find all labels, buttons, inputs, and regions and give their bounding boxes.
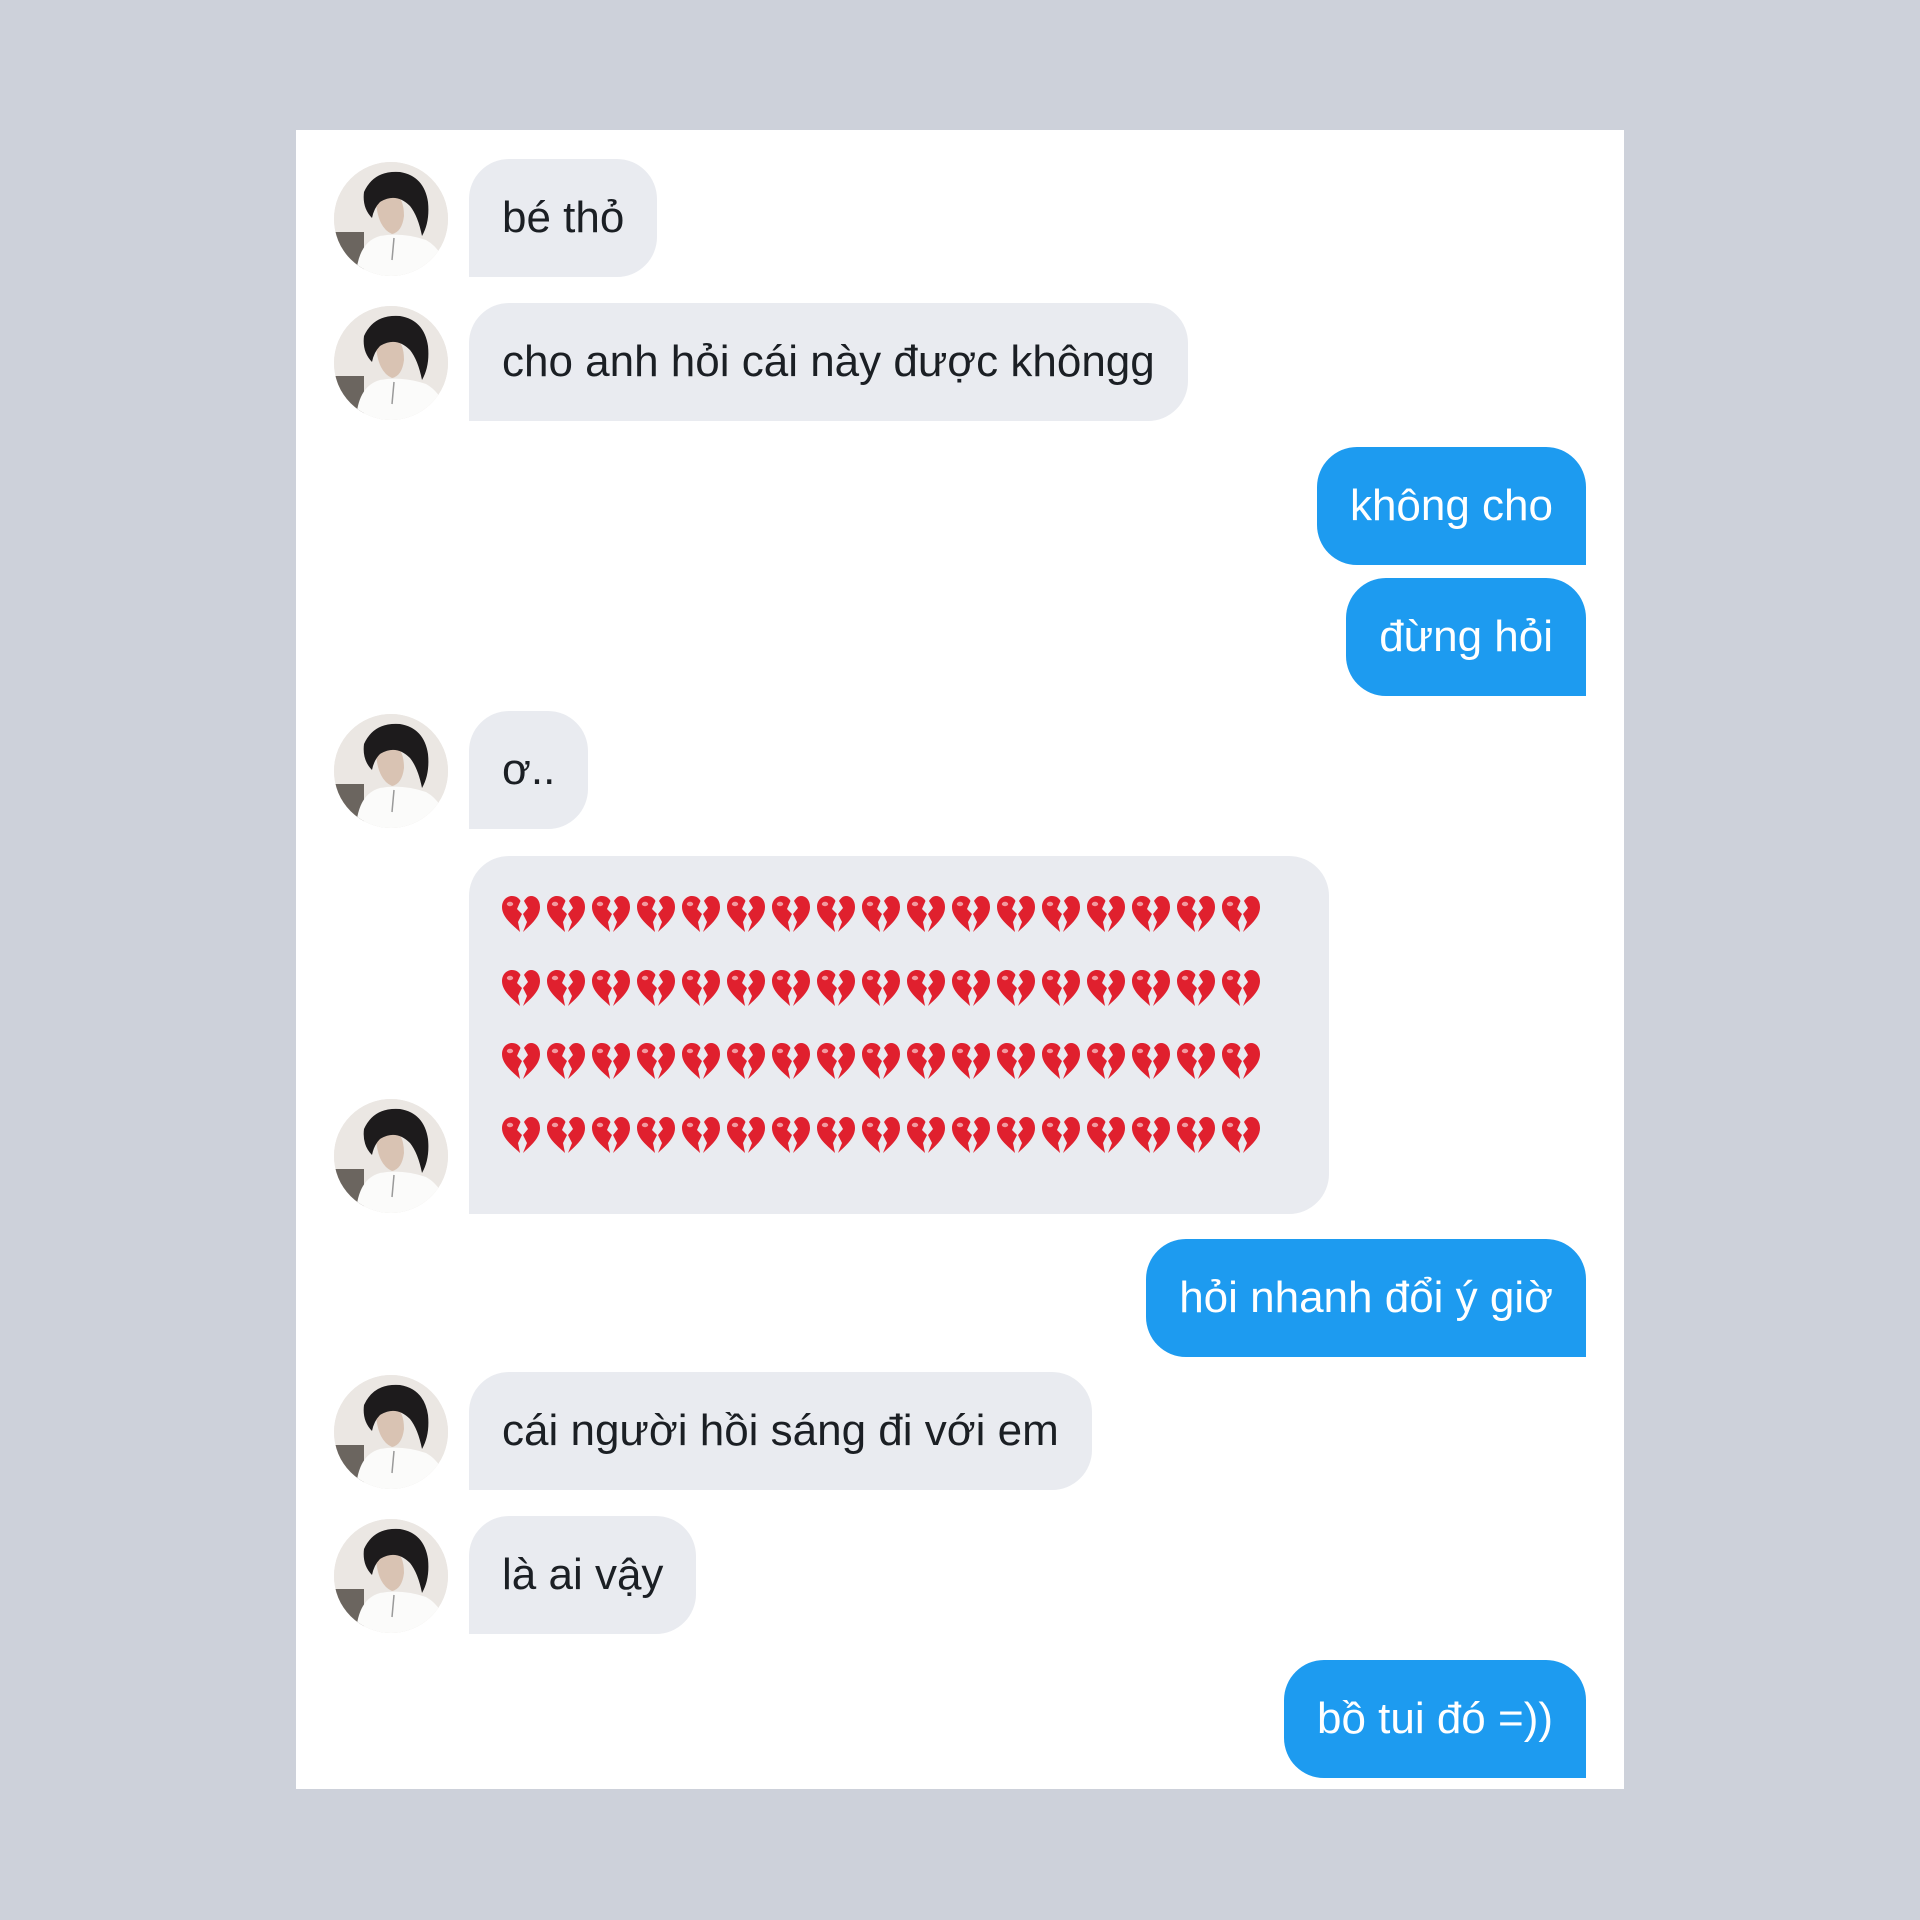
broken-heart-icon bbox=[770, 968, 815, 1008]
broken-heart-icon bbox=[725, 894, 770, 934]
broken-heart-icon bbox=[860, 1115, 905, 1155]
broken-heart-icon bbox=[860, 968, 905, 1008]
broken-heart-icon bbox=[1175, 894, 1220, 934]
broken-heart-icon bbox=[815, 1115, 860, 1155]
chat-thread: bé thỏ cho anh hỏi cái này được khôngg k… bbox=[296, 130, 1624, 1789]
broken-heart-icon bbox=[1085, 968, 1130, 1008]
broken-heart-icon bbox=[905, 968, 950, 1008]
broken-heart-icon bbox=[590, 1115, 635, 1155]
incoming-message-bubble[interactable]: bé thỏ bbox=[469, 159, 658, 277]
emoji-row bbox=[500, 894, 1329, 968]
incoming-message-bubble[interactable]: cái người hồi sáng đi với em bbox=[469, 1372, 1092, 1490]
broken-heart-icon bbox=[1130, 968, 1175, 1008]
emoji-row bbox=[500, 1041, 1329, 1115]
incoming-emoji-message-bubble[interactable] bbox=[469, 856, 1329, 1214]
avatar[interactable] bbox=[334, 714, 448, 828]
broken-heart-icon bbox=[770, 1115, 815, 1155]
broken-heart-icon bbox=[1175, 968, 1220, 1008]
broken-heart-icon bbox=[680, 1115, 725, 1155]
emoji-row bbox=[500, 1115, 1329, 1189]
broken-heart-icon bbox=[950, 968, 995, 1008]
avatar[interactable] bbox=[334, 1375, 448, 1489]
broken-heart-icon bbox=[950, 894, 995, 934]
broken-heart-icon bbox=[500, 968, 545, 1008]
broken-heart-icon bbox=[1040, 1115, 1085, 1155]
broken-heart-icon bbox=[590, 1041, 635, 1081]
broken-heart-icon bbox=[905, 894, 950, 934]
broken-heart-icon bbox=[1220, 1041, 1265, 1081]
broken-heart-icon bbox=[680, 1041, 725, 1081]
outgoing-message-bubble[interactable]: hỏi nhanh đổi ý giờ bbox=[1146, 1239, 1586, 1357]
avatar[interactable] bbox=[334, 306, 448, 420]
broken-heart-icon bbox=[1175, 1041, 1220, 1081]
broken-heart-icon bbox=[905, 1115, 950, 1155]
broken-heart-icon bbox=[680, 894, 725, 934]
incoming-message-bubble[interactable]: là ai vậy bbox=[469, 1516, 697, 1634]
broken-heart-icon bbox=[1220, 968, 1265, 1008]
broken-heart-icon bbox=[1040, 1041, 1085, 1081]
broken-heart-icon bbox=[995, 1115, 1040, 1155]
broken-heart-icon bbox=[770, 1041, 815, 1081]
broken-heart-icon bbox=[500, 894, 545, 934]
broken-heart-icon bbox=[635, 968, 680, 1008]
broken-heart-icon bbox=[635, 1115, 680, 1155]
broken-heart-icon bbox=[1085, 1041, 1130, 1081]
broken-heart-icon bbox=[545, 1115, 590, 1155]
broken-heart-icon bbox=[815, 894, 860, 934]
outgoing-message-bubble[interactable]: không cho bbox=[1316, 447, 1586, 565]
broken-heart-icon bbox=[995, 968, 1040, 1008]
broken-heart-icon bbox=[860, 894, 905, 934]
broken-heart-icon bbox=[725, 1115, 770, 1155]
broken-heart-icon bbox=[500, 1041, 545, 1081]
outgoing-message-bubble[interactable]: đừng hỏi bbox=[1346, 578, 1586, 696]
broken-heart-icon bbox=[1175, 1115, 1220, 1155]
emoji-row bbox=[500, 968, 1329, 1042]
avatar[interactable] bbox=[334, 1519, 448, 1633]
broken-heart-icon bbox=[1040, 968, 1085, 1008]
broken-heart-icon bbox=[545, 894, 590, 934]
broken-heart-icon bbox=[770, 894, 815, 934]
avatar[interactable] bbox=[334, 1099, 448, 1213]
avatar[interactable] bbox=[334, 162, 448, 276]
incoming-message-bubble[interactable]: ơ.. bbox=[469, 711, 589, 829]
broken-heart-icon bbox=[1085, 894, 1130, 934]
broken-heart-icon bbox=[1220, 1115, 1265, 1155]
broken-heart-icon bbox=[1085, 1115, 1130, 1155]
broken-heart-icon bbox=[590, 968, 635, 1008]
broken-heart-icon bbox=[1130, 894, 1175, 934]
broken-heart-icon bbox=[1220, 894, 1265, 934]
broken-heart-icon bbox=[1130, 1115, 1175, 1155]
incoming-message-bubble[interactable]: cho anh hỏi cái này được khôngg bbox=[469, 303, 1188, 421]
broken-heart-icon bbox=[1130, 1041, 1175, 1081]
broken-heart-icon bbox=[680, 968, 725, 1008]
broken-heart-icon bbox=[725, 1041, 770, 1081]
broken-heart-icon bbox=[950, 1041, 995, 1081]
broken-heart-icon bbox=[860, 1041, 905, 1081]
broken-heart-icon bbox=[545, 968, 590, 1008]
broken-heart-icon bbox=[635, 1041, 680, 1081]
broken-heart-icon bbox=[635, 894, 680, 934]
broken-heart-icon bbox=[1040, 894, 1085, 934]
broken-heart-icon bbox=[950, 1115, 995, 1155]
broken-heart-icon bbox=[995, 1041, 1040, 1081]
broken-heart-icon bbox=[815, 1041, 860, 1081]
broken-heart-icon bbox=[590, 894, 635, 934]
broken-heart-icon bbox=[905, 1041, 950, 1081]
outgoing-message-bubble[interactable]: bồ tui đó =)) bbox=[1283, 1660, 1586, 1778]
broken-heart-icon bbox=[815, 968, 860, 1008]
broken-heart-icon bbox=[725, 968, 770, 1008]
broken-heart-icon bbox=[545, 1041, 590, 1081]
broken-heart-icon bbox=[995, 894, 1040, 934]
broken-heart-icon bbox=[500, 1115, 545, 1155]
